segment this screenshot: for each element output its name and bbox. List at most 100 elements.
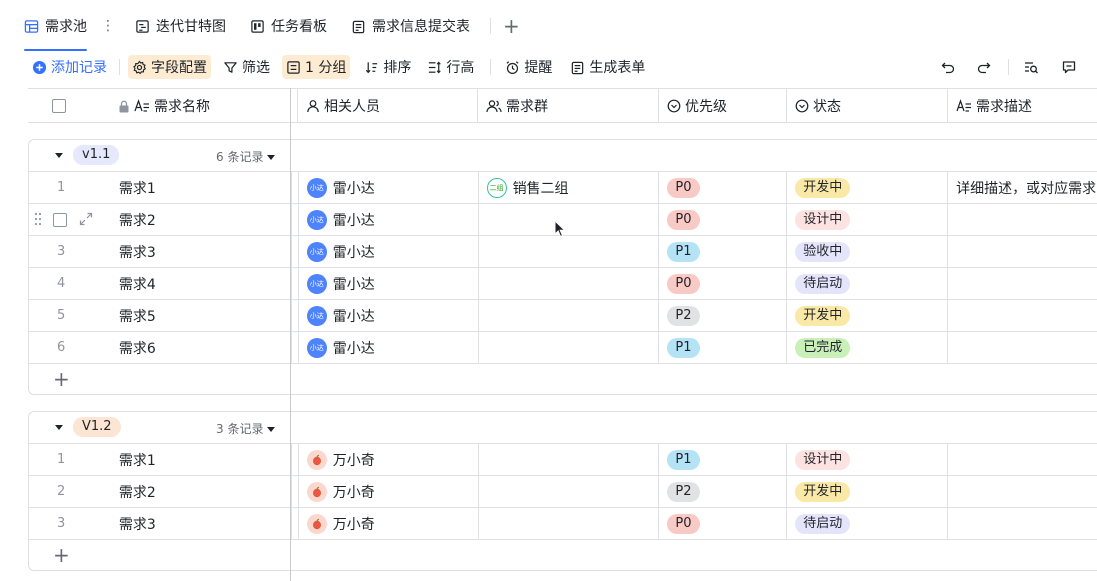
more-vertical-icon[interactable]: ⋮ [101, 18, 115, 34]
group-chat-cell[interactable]: 二组 销售二组 [479, 172, 660, 203]
description-cell[interactable] [948, 476, 1097, 507]
person-cell[interactable]: 小达 雷小达 [299, 204, 479, 235]
table-row[interactable]: 5 需求5 小达 雷小达 P2 开发中 [29, 300, 1097, 332]
name-cell[interactable]: 需求5 [119, 300, 292, 331]
status-cell[interactable]: 已完成 [787, 332, 949, 363]
group-record-count[interactable]: 6 条记录 [216, 148, 276, 165]
column-header-desc[interactable]: 需求描述 [948, 89, 1097, 123]
name-cell[interactable]: 需求1 [119, 172, 292, 203]
comment-icon[interactable] [1057, 55, 1081, 79]
description-cell[interactable] [948, 204, 1097, 235]
person-cell[interactable]: 小达 雷小达 [299, 332, 479, 363]
priority-cell[interactable]: P0 [659, 204, 788, 235]
search-icon[interactable] [1019, 55, 1043, 79]
priority-cell[interactable]: P2 [659, 476, 788, 507]
generate-form-button[interactable]: 生成表单 [566, 55, 649, 79]
description-cell[interactable] [948, 444, 1097, 475]
add-record-button[interactable]: 添加记录 [28, 55, 111, 79]
tab-kanban[interactable]: 任务看板 [250, 0, 327, 52]
status-cell[interactable]: 开发中 [787, 300, 949, 331]
group-header[interactable]: v1.1 6 条记录 [29, 140, 1097, 172]
add-row[interactable]: + [29, 364, 1097, 394]
redo-icon[interactable] [972, 55, 996, 79]
undo-icon[interactable] [936, 55, 960, 79]
table-row[interactable]: 2 需求2 万小奇 P2 开发中 [29, 476, 1097, 508]
column-header-person[interactable]: 相关人员 [298, 89, 478, 123]
person-cell[interactable]: 万小奇 [299, 444, 479, 475]
description-cell[interactable] [948, 236, 1097, 267]
frozen-column-divider[interactable] [290, 88, 291, 581]
tab-requirement-pool[interactable]: 需求池 [24, 0, 87, 52]
priority-cell[interactable]: P0 [659, 508, 788, 539]
priority-cell[interactable]: P1 [659, 444, 788, 475]
description-cell[interactable] [948, 508, 1097, 539]
person-cell[interactable]: 小达 雷小达 [299, 236, 479, 267]
table-row[interactable]: 1 需求1 万小奇 P1 设计中 [29, 444, 1097, 476]
row-height-button[interactable]: 行高 [423, 55, 478, 79]
table-row[interactable]: 1 需求1 小达 雷小达 二组 销售二组 P0 开发中 详细描述，或对应需求 [29, 172, 1097, 204]
name-cell[interactable]: 需求4 [119, 268, 292, 299]
name-cell[interactable]: 需求2 [119, 204, 292, 235]
person-cell[interactable]: 万小奇 [299, 508, 479, 539]
filter-button[interactable]: 筛选 [219, 55, 274, 79]
status-cell[interactable]: 待启动 [787, 508, 949, 539]
group-chat-cell[interactable] [479, 236, 660, 267]
group-chat-cell[interactable] [479, 444, 660, 475]
priority-cell[interactable]: P1 [659, 236, 788, 267]
group-header[interactable]: V1.2 3 条记录 [29, 412, 1097, 444]
drag-handle-icon[interactable] [34, 212, 42, 230]
table-row[interactable]: 4 需求4 小达 雷小达 P0 待启动 [29, 268, 1097, 300]
description-cell[interactable] [948, 332, 1097, 363]
status-cell[interactable]: 设计中 [787, 444, 949, 475]
priority-cell[interactable]: P1 [659, 332, 788, 363]
description-cell[interactable]: 详细描述，或对应需求 [948, 172, 1097, 203]
expand-record-icon[interactable] [79, 212, 93, 230]
collapse-caret-icon[interactable] [55, 153, 63, 158]
tab-gantt[interactable]: 迭代甘特图 [135, 0, 226, 52]
status-cell[interactable]: 待启动 [787, 268, 949, 299]
add-row-plus-icon[interactable]: + [53, 545, 70, 565]
name-cell[interactable]: 需求3 [119, 236, 292, 267]
select-all-checkbox[interactable] [52, 99, 66, 113]
column-header-name[interactable]: 需求名称 [118, 89, 298, 123]
person-cell[interactable]: 小达 雷小达 [299, 172, 479, 203]
person-cell[interactable]: 小达 雷小达 [299, 268, 479, 299]
description-cell[interactable] [948, 300, 1097, 331]
status-cell[interactable]: 验收中 [787, 236, 949, 267]
table-row[interactable]: 3 需求3 万小奇 P0 待启动 [29, 508, 1097, 540]
description-cell[interactable] [948, 268, 1097, 299]
status-cell[interactable]: 开发中 [787, 476, 949, 507]
reminder-button[interactable]: 提醒 [501, 55, 556, 79]
add-view-icon[interactable]: + [503, 16, 520, 36]
group-chat-cell[interactable] [479, 300, 660, 331]
table-row[interactable]: 6 需求6 小达 雷小达 P1 已完成 [29, 332, 1097, 364]
name-cell[interactable]: 需求2 [119, 476, 292, 507]
column-header-group[interactable]: 需求群 [478, 89, 659, 123]
field-config-button[interactable]: 字段配置 [128, 55, 211, 79]
priority-cell[interactable]: P0 [659, 172, 788, 203]
group-chat-cell[interactable] [479, 332, 660, 363]
name-cell[interactable]: 需求3 [119, 508, 292, 539]
add-row[interactable]: + [29, 540, 1097, 570]
group-chat-cell[interactable] [479, 268, 660, 299]
column-header-priority[interactable]: 优先级 [659, 89, 787, 123]
tab-form[interactable]: 需求信息提交表 [351, 0, 470, 52]
priority-cell[interactable]: P0 [659, 268, 788, 299]
group-button[interactable]: 1 分组 [282, 55, 351, 79]
add-row-plus-icon[interactable]: + [53, 369, 70, 389]
group-chat-cell[interactable] [479, 204, 660, 235]
name-cell[interactable]: 需求6 [119, 332, 292, 363]
collapse-caret-icon[interactable] [55, 425, 63, 430]
name-cell[interactable]: 需求1 [119, 444, 292, 475]
group-record-count[interactable]: 3 条记录 [216, 420, 276, 437]
group-chat-cell[interactable] [479, 476, 660, 507]
column-header-status[interactable]: 状态 [787, 89, 948, 123]
priority-cell[interactable]: P2 [659, 300, 788, 331]
status-cell[interactable]: 设计中 [787, 204, 949, 235]
person-cell[interactable]: 万小奇 [299, 476, 479, 507]
group-chat-cell[interactable] [479, 508, 660, 539]
status-cell[interactable]: 开发中 [787, 172, 949, 203]
sort-button[interactable]: 排序 [360, 55, 415, 79]
row-checkbox[interactable] [53, 213, 67, 227]
person-cell[interactable]: 小达 雷小达 [299, 300, 479, 331]
